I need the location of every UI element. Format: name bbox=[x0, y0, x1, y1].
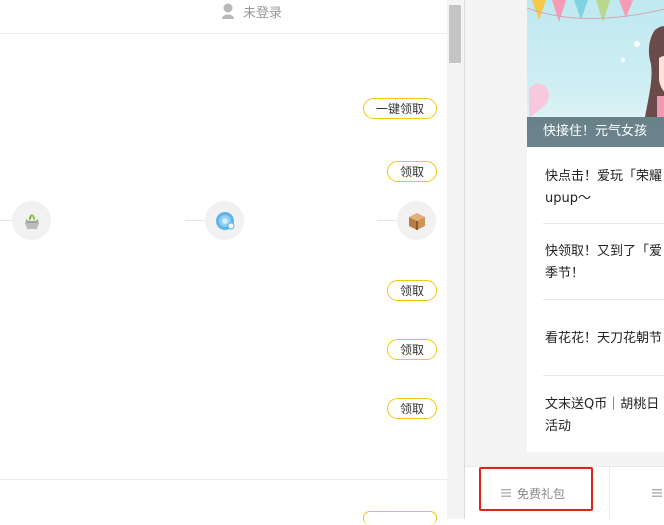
menu-icon bbox=[652, 489, 662, 497]
menu-icon bbox=[501, 489, 511, 497]
news-item[interactable]: 快点击！爱玩「荣耀 upup～ bbox=[545, 166, 664, 210]
step-node-2 bbox=[205, 201, 244, 240]
treasure-box-icon bbox=[408, 212, 425, 230]
login-status-text: 未登录 bbox=[242, 5, 282, 21]
section-divider bbox=[0, 479, 447, 480]
plant-pot-icon bbox=[24, 213, 39, 229]
claim-button[interactable]: 领取 bbox=[387, 280, 437, 301]
claim-all-button[interactable]: 一键领取 bbox=[363, 98, 437, 119]
claim-button[interactable]: 领取 bbox=[387, 339, 437, 360]
right-pane: 快接住！元气女孩 快点击！爱玩「荣耀 upup～ 快领取！又到了「爱 季节！ 看… bbox=[465, 0, 664, 519]
news-item[interactable]: 看花花！天刀花朝节 bbox=[545, 328, 664, 350]
news-separator bbox=[543, 375, 664, 376]
tab-separator bbox=[609, 467, 610, 519]
scrollbar-thumb[interactable] bbox=[449, 5, 461, 63]
news-banner[interactable]: 快接住！元气女孩 bbox=[527, 0, 664, 147]
login-status[interactable]: 未登录 bbox=[221, 2, 282, 21]
step-node-1 bbox=[12, 201, 51, 240]
left-pane: 未登录 一键领取 领取 领取 领取 领取 bbox=[0, 0, 447, 525]
news-item[interactable]: 快领取！又到了「爱 季节！ bbox=[545, 241, 664, 285]
step-connector bbox=[0, 220, 12, 221]
news-separator bbox=[543, 223, 664, 224]
tab-free-gifts[interactable]: 免费礼包 bbox=[501, 467, 565, 519]
user-icon bbox=[221, 3, 234, 19]
claim-all-button-partial[interactable] bbox=[363, 511, 437, 525]
login-bar: 未登录 bbox=[0, 0, 447, 34]
step-connector bbox=[185, 220, 205, 221]
bottom-tab-bar: 免费礼包 bbox=[465, 466, 664, 519]
tab-free-gifts-label: 免费礼包 bbox=[517, 486, 566, 501]
news-item[interactable]: 文末送Q币｜胡桃日 活动 bbox=[545, 394, 664, 438]
scrollbar-track[interactable] bbox=[447, 0, 464, 519]
tab-next[interactable] bbox=[652, 467, 664, 519]
snail-shell-icon bbox=[215, 211, 234, 230]
news-separator bbox=[543, 299, 664, 300]
banner-caption: 快接住！元气女孩 bbox=[527, 117, 664, 147]
claim-button[interactable]: 领取 bbox=[387, 398, 437, 419]
news-card: 快接住！元气女孩 快点击！爱玩「荣耀 upup～ 快领取！又到了「爱 季节！ 看… bbox=[527, 0, 664, 452]
step-connector bbox=[377, 220, 397, 221]
step-node-3 bbox=[397, 201, 436, 240]
claim-button[interactable]: 领取 bbox=[387, 161, 437, 182]
